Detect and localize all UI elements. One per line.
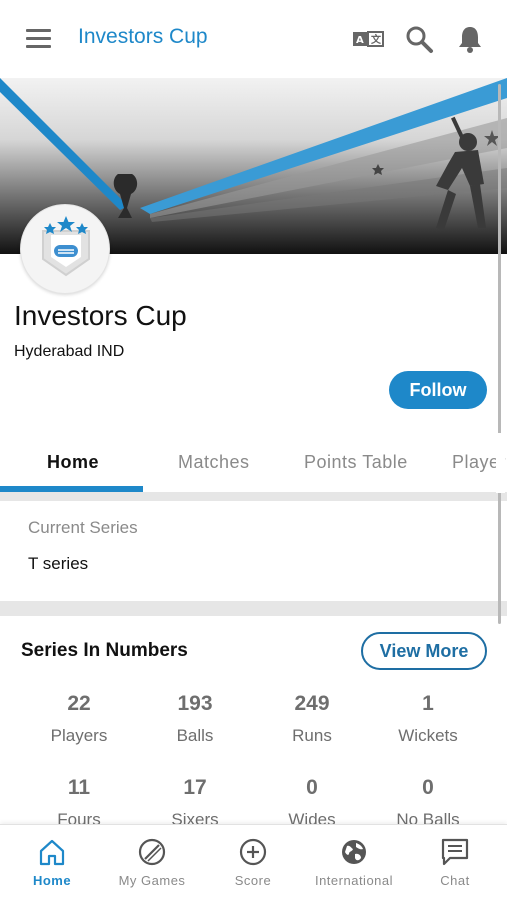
view-more-button[interactable]: View More [361,632,487,670]
bottom-navigation: Home My Games Score International Chat [0,824,507,900]
stat-value: 0 [422,776,434,799]
stat-no-balls: 0 No Balls [370,776,486,830]
nav-label: Chat [440,873,470,888]
follow-button[interactable]: Follow [389,371,487,409]
stat-label: Wickets [398,726,458,745]
stat-wides: 0 Wides [254,776,370,830]
bell-icon[interactable] [453,22,487,56]
top-app-bar: Investors Cup A 文 [0,0,507,78]
stat-fours: 11 Fours [21,776,137,830]
stat-sixers: 17 Sixers [137,776,253,830]
stat-balls: 193 Balls [137,692,253,746]
stat-value: 17 [183,776,207,799]
stat-runs: 249 Runs [254,692,370,746]
stat-value: 1 [422,692,434,715]
scrollbar[interactable] [498,84,501,624]
stat-value: 193 [177,692,213,715]
team-name: Investors Cup [14,300,187,331]
tab-home[interactable]: Home [47,452,99,473]
stat-label: Runs [292,726,332,745]
tab-overflow-mask [496,433,505,493]
divider [0,601,507,616]
stat-value: 249 [294,692,330,715]
nav-my-games[interactable]: My Games [102,825,202,900]
stat-value: 0 [306,776,318,799]
divider [0,492,507,501]
team-logo [20,204,110,294]
app-title: Investors Cup [78,25,208,48]
nav-home[interactable]: Home [2,825,102,900]
plus-circle-icon [239,838,267,866]
current-series-label: Current Series [28,518,138,537]
stat-label: Players [50,726,108,745]
nav-label: Score [234,873,272,888]
nav-label: Home [32,873,72,888]
home-icon [39,839,65,866]
stat-players: 22 Players [21,692,137,746]
tab-bar: Home Matches Points Table Player [0,440,507,492]
nav-chat[interactable]: Chat [405,825,505,900]
menu-icon[interactable] [26,29,52,49]
globe-icon [342,840,366,864]
nav-international[interactable]: International [304,825,404,900]
tab-matches[interactable]: Matches [178,452,250,473]
tab-points-table[interactable]: Points Table [304,452,408,473]
nav-score[interactable]: Score [203,825,303,900]
svg-text:文: 文 [371,33,382,46]
chat-icon [441,838,469,866]
stat-value: 11 [67,776,91,799]
bat-ball-icon [138,838,166,866]
team-location: Hyderabad IND [14,343,125,360]
nav-label: My Games [118,873,186,888]
translate-icon[interactable]: A 文 [351,22,385,56]
stat-wickets: 1 Wickets [370,692,486,746]
search-icon[interactable] [402,22,436,56]
current-series-value[interactable]: T series [28,554,88,574]
svg-text:A: A [356,35,364,46]
series-numbers-title: Series In Numbers [21,640,188,661]
shield-logo-icon [42,216,90,277]
stat-label: Balls [176,726,214,745]
stat-value: 22 [67,692,91,715]
nav-label: International [314,873,394,888]
